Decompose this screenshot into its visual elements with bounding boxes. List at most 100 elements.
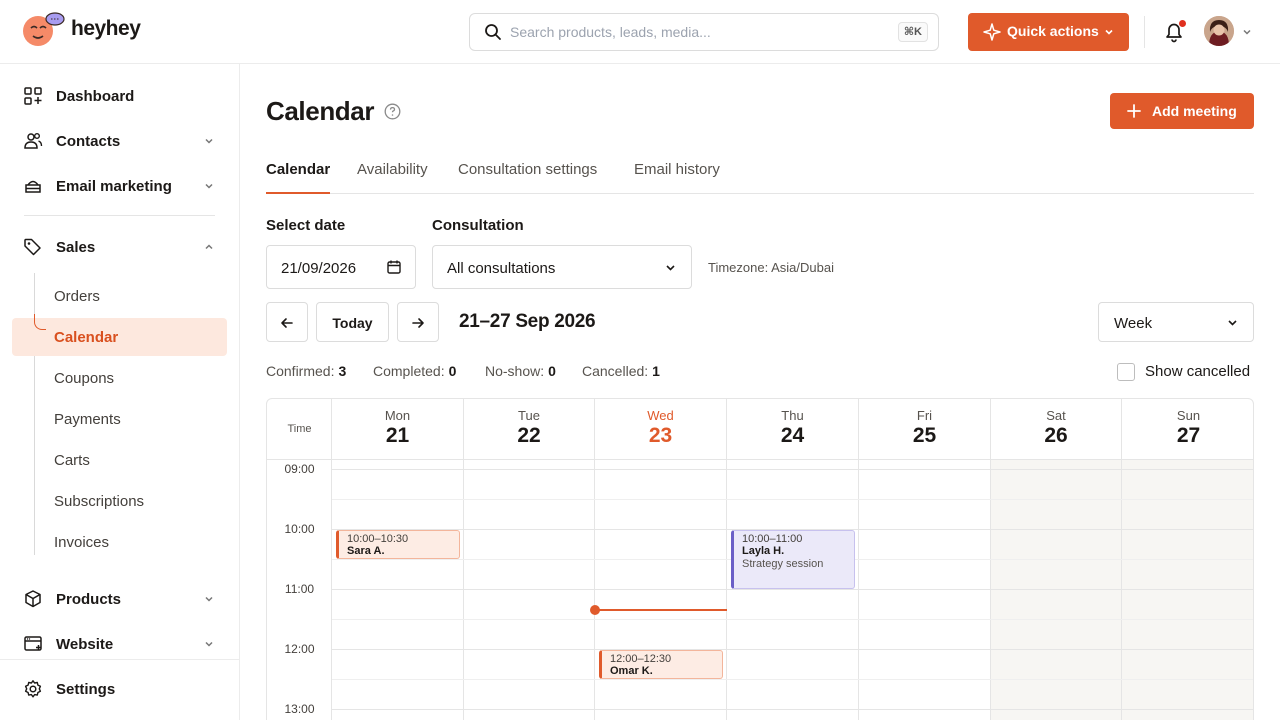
today-button[interactable]: Today xyxy=(316,302,389,342)
previous-week-button[interactable] xyxy=(266,302,308,342)
sidebar-sub-subscriptions[interactable]: Subscriptions xyxy=(12,482,227,520)
stat-label: No-show: xyxy=(485,363,545,379)
logo-icon[interactable] xyxy=(23,11,67,49)
stat-label: Confirmed: xyxy=(266,363,335,379)
sidebar-item-contacts[interactable]: Contacts xyxy=(12,122,227,160)
event-description: Strategy session xyxy=(742,558,824,570)
sidebar-sub-carts[interactable]: Carts xyxy=(12,441,227,479)
sidebar-item-products[interactable]: Products xyxy=(12,580,227,618)
hour-line xyxy=(332,709,1253,710)
search-box[interactable]: ⌘K xyxy=(469,13,939,51)
sidebar-sub-coupons[interactable]: Coupons xyxy=(12,359,227,397)
help-icon[interactable] xyxy=(384,103,401,120)
plus-icon xyxy=(1127,104,1141,118)
sidebar-item-label: Sales xyxy=(56,239,96,256)
day-header-wed[interactable]: Wed 23 xyxy=(595,399,727,460)
day-date: 26 xyxy=(1044,424,1068,447)
search-shortcut-badge: ⌘K xyxy=(897,22,928,42)
search-icon xyxy=(485,24,501,40)
time-label: 09:00 xyxy=(284,462,315,476)
sidebar-item-label: Website xyxy=(56,636,114,653)
hour-line xyxy=(332,589,1253,590)
avatar[interactable] xyxy=(1204,16,1234,46)
date-value: 21/09/2026 xyxy=(281,260,357,277)
current-time-dot xyxy=(590,605,600,615)
main-content: Calendar Add meeting Calendar Availabili… xyxy=(240,64,1280,720)
calendar-event[interactable]: 10:00–10:30 Sara A. xyxy=(336,530,460,559)
sidebar-sub-payments[interactable]: Payments xyxy=(12,400,227,438)
half-hour-line xyxy=(332,619,1253,620)
time-column-header: Time xyxy=(267,399,332,460)
chevron-down-icon xyxy=(1228,320,1237,326)
sidebar-item-label: Dashboard xyxy=(56,88,135,105)
day-name: Thu xyxy=(781,408,804,423)
calendar-event[interactable]: 10:00–11:00 Layla H. Strategy session xyxy=(731,530,855,589)
sidebar-item-email-marketing[interactable]: Email marketing xyxy=(12,167,227,205)
box-icon xyxy=(25,590,41,608)
sidebar-item-sales[interactable]: Sales xyxy=(12,228,227,266)
sidebar-item-label: Email marketing xyxy=(56,178,172,195)
timezone-label: Timezone: Asia/Dubai xyxy=(708,260,834,275)
sidebar-item-settings[interactable]: Settings xyxy=(12,670,227,708)
day-header-sat[interactable]: Sat 26 xyxy=(991,399,1122,460)
email-marketing-icon xyxy=(25,180,41,193)
dashboard-icon xyxy=(24,87,42,105)
tab-availability[interactable]: Availability xyxy=(357,161,428,194)
add-meeting-button[interactable]: Add meeting xyxy=(1110,93,1254,129)
sidebar-sub-invoices[interactable]: Invoices xyxy=(12,523,227,561)
sidebar-item-label: Contacts xyxy=(56,133,121,150)
show-cancelled-label[interactable]: Show cancelled xyxy=(1145,363,1250,380)
tab-email-history[interactable]: Email history xyxy=(634,161,720,194)
event-name: Layla H. xyxy=(742,545,785,557)
sidebar-item-dashboard[interactable]: Dashboard xyxy=(12,77,227,115)
date-range: 21–27 Sep 2026 xyxy=(459,311,596,332)
day-header-mon[interactable]: Mon 21 xyxy=(332,399,464,460)
tag-icon xyxy=(24,238,41,256)
arrow-left-icon xyxy=(281,318,293,328)
chevron-down-icon xyxy=(666,265,675,271)
quick-actions-button[interactable]: Quick actions xyxy=(968,13,1129,51)
chevron-up-icon xyxy=(205,244,213,250)
event-time: 10:00–10:30 xyxy=(347,533,409,545)
divider xyxy=(24,215,215,216)
search-input[interactable] xyxy=(510,14,890,50)
date-field[interactable]: 21/09/2026 xyxy=(266,245,416,289)
tab-calendar[interactable]: Calendar xyxy=(266,161,331,194)
tab-bar: Calendar Availability Consultation setti… xyxy=(266,152,1254,194)
chevron-down-icon[interactable] xyxy=(1241,26,1253,38)
sidebar-sub-label: Invoices xyxy=(54,534,110,551)
calendar-event[interactable]: 12:00–12:30 Omar K. xyxy=(599,650,723,679)
divider xyxy=(1144,16,1145,48)
show-cancelled-checkbox[interactable] xyxy=(1117,363,1135,381)
consultation-select[interactable]: All consultations xyxy=(432,245,692,289)
day-date: 21 xyxy=(385,424,410,447)
chevron-down-icon xyxy=(205,138,213,144)
half-hour-line xyxy=(332,499,1253,500)
tab-consultation-settings[interactable]: Consultation settings xyxy=(458,161,597,194)
day-header-sun[interactable]: Sun 27 xyxy=(1122,399,1253,460)
sidebar-sub-orders[interactable]: Orders xyxy=(12,277,227,315)
sidebar-item-website[interactable]: Website xyxy=(12,625,227,663)
calendar-body: 09:00 10:00 11:00 12:00 13:00 10:00–10:3… xyxy=(267,460,1253,720)
event-name: Omar K. xyxy=(610,665,653,677)
page-title: Calendar xyxy=(266,96,375,126)
stat-value: 0 xyxy=(548,363,556,379)
stat-noshow: No-show: 0 xyxy=(485,363,556,379)
sidebar-sub-label: Orders xyxy=(54,288,100,305)
calendar-icon xyxy=(387,260,401,274)
view-select[interactable]: Week xyxy=(1098,302,1254,342)
stat-label: Completed: xyxy=(373,363,445,379)
day-date: 27 xyxy=(1176,424,1201,447)
day-name: Sat xyxy=(1046,408,1066,423)
day-header-thu[interactable]: Thu 24 xyxy=(727,399,859,460)
day-name: Fri xyxy=(916,408,933,423)
chevron-down-icon xyxy=(205,596,213,602)
chevron-down-icon xyxy=(1105,29,1113,35)
stat-completed: Completed: 0 xyxy=(373,363,456,379)
day-name: Mon xyxy=(384,408,411,423)
day-header-tue[interactable]: Tue 22 xyxy=(464,399,595,460)
next-week-button[interactable] xyxy=(397,302,439,342)
top-bar: heyhey ⌘K Quick actions xyxy=(0,0,1280,64)
chevron-down-icon xyxy=(205,183,213,189)
day-header-fri[interactable]: Fri 25 xyxy=(859,399,991,460)
